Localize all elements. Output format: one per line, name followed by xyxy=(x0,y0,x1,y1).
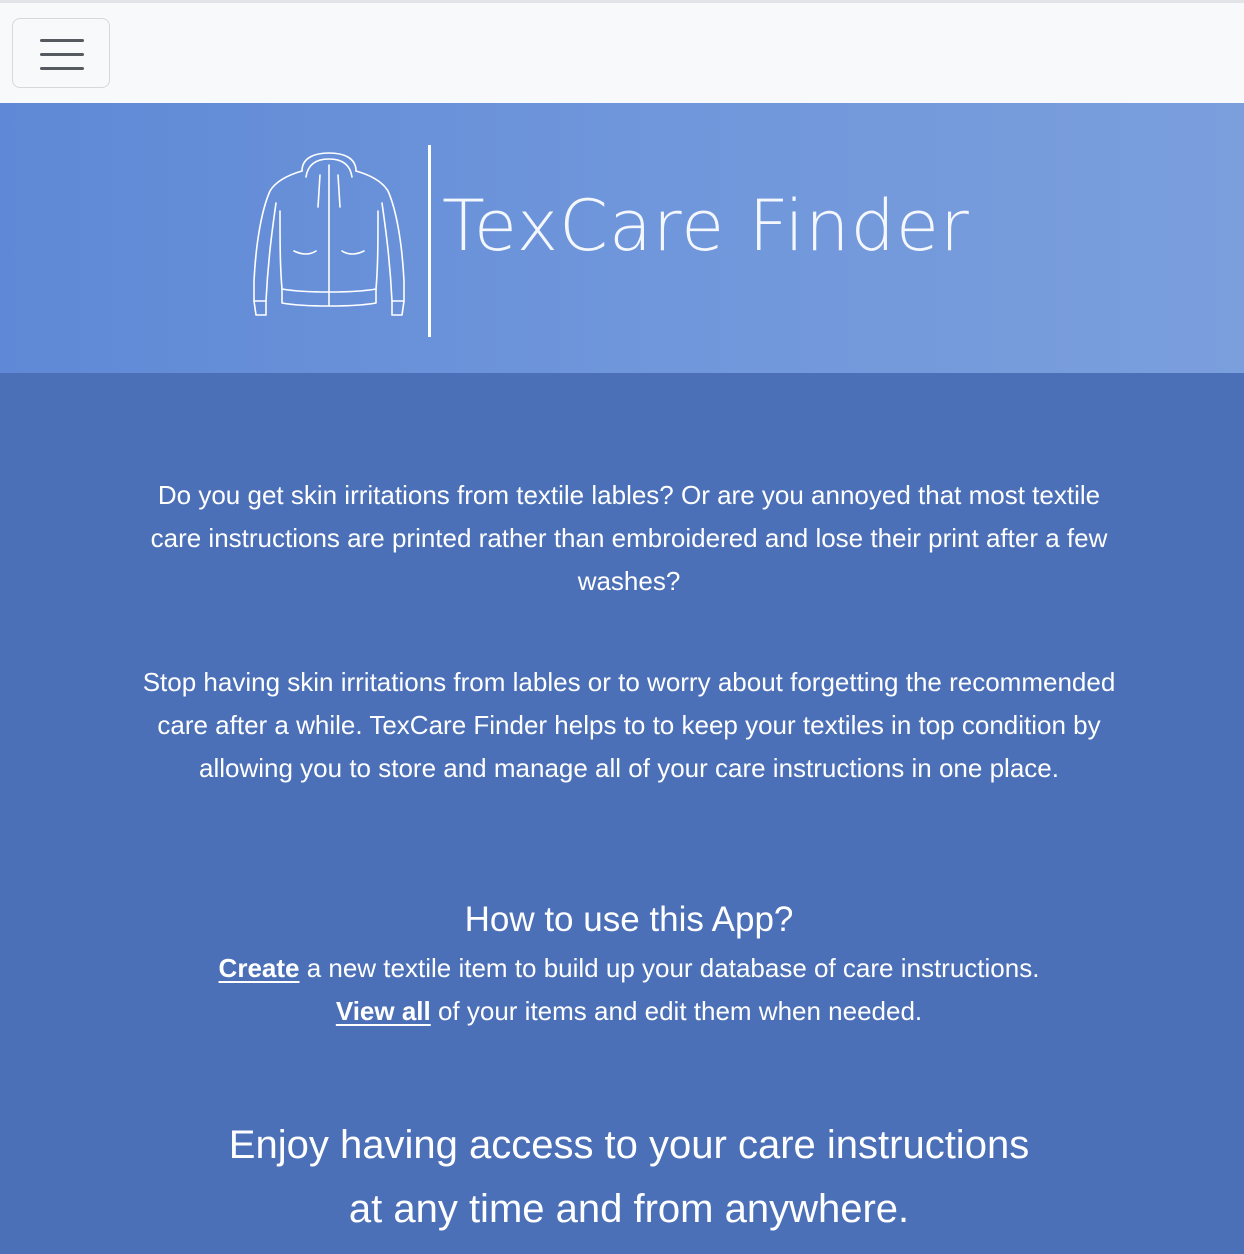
intro-paragraph-1: Do you get skin irritations from textile… xyxy=(150,480,1108,596)
howto-view-line: View all of your items and edit them whe… xyxy=(0,990,1244,1033)
view-all-link[interactable]: View all xyxy=(336,996,431,1026)
closing-line-2: at any time and from anywhere. xyxy=(348,1187,910,1231)
create-link[interactable]: Create xyxy=(219,953,300,983)
hamburger-menu-icon xyxy=(40,39,84,42)
view-all-description: of your items and edit them when needed. xyxy=(430,996,923,1026)
howto-title: How to use this App? xyxy=(464,900,794,939)
hamburger-menu-icon-bar xyxy=(40,67,84,70)
navbar xyxy=(0,0,1244,103)
hero-banner: TexCare Finder xyxy=(0,103,1244,373)
main-content: Do you get skin irritations from textile… xyxy=(0,373,1244,1254)
intro-paragraph-2: Stop having skin irritations from lables… xyxy=(142,667,1116,783)
logo-text: TexCare Finder xyxy=(442,185,970,267)
logo-divider xyxy=(428,145,431,337)
hamburger-menu-icon-bar xyxy=(40,53,84,56)
howto-create-line: Create a new textile item to build up yo… xyxy=(0,947,1244,990)
closing-line-1: Enjoy having access to your care instruc… xyxy=(228,1123,1030,1167)
create-description: a new textile item to build up your data… xyxy=(299,953,1040,983)
jacket-icon xyxy=(253,152,405,316)
menu-toggle-button[interactable] xyxy=(12,18,110,88)
